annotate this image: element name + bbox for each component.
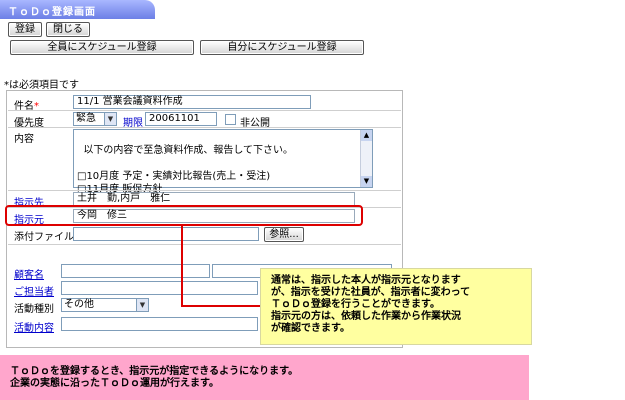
feature-note: ＴｏＤｏを登録するとき、指示元が指定できるようになります。 企業の実態に沿ったＴ…: [0, 355, 529, 400]
callout-line: 通常は、指示した本人が指示元となります: [271, 275, 461, 286]
callout-line: 指示元の方は、依頼した作業から作業状況: [271, 311, 461, 322]
callout-line: ＴｏＤｏ登録を行うことができます。: [271, 299, 440, 310]
note-line: ＴｏＤｏを登録するとき、指示元が指定できるようになります。: [10, 366, 299, 377]
note-line: 企業の実態に沿ったＴｏＤｏ運用が行えます。: [10, 378, 219, 389]
callout-line: が確認できます。: [271, 323, 350, 334]
callout-line: が、指示を受けた社員が、指示者に変わって: [271, 287, 471, 298]
callout-box: 通常は、指示した本人が指示元となります が、指示を受けた社員が、指示者に変わって…: [260, 268, 532, 345]
